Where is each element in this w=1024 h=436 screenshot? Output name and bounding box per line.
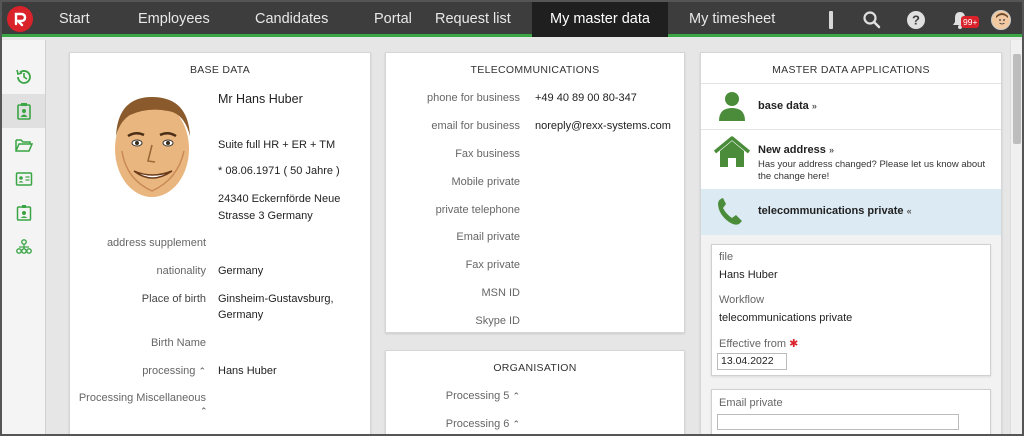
app-base-data[interactable]: base data » [701,83,1001,129]
skype-id-label: Skype ID [475,315,520,327]
profile-photo [108,91,196,203]
chevron-up-icon: ⌃ [512,391,520,401]
rexx-logo[interactable] [7,6,33,32]
nav-candidates[interactable]: Candidates [255,2,328,37]
email-private-field-label: Email private [719,397,783,409]
page-scrollbar[interactable] [1010,40,1022,434]
sidebar-item-documents[interactable] [2,128,45,162]
chevron-up-double-icon: « [906,206,912,216]
file-label: file [719,251,734,263]
birth-date: * 08.06.1971 ( 50 Jahre ) [218,165,340,177]
processing-value: Hans Huber [218,365,277,377]
nav-start[interactable]: Start [59,2,90,37]
base-data-panel: BASE DATA Mr Hans Huber Suite full HR + … [69,52,371,434]
clipboard-user-icon [16,103,31,120]
help-icon[interactable]: ? [906,10,926,30]
app-frame: Start Employees Candidates Portal Reques… [0,0,1024,436]
telecom-private-form-card: file Hans Huber Workflow telecommunicati… [711,244,991,376]
id-card-icon [15,172,32,186]
nav-employees[interactable]: Employees [138,2,210,37]
nav-my-timesheet[interactable]: My timesheet [689,2,775,37]
sidebar-item-id-card[interactable] [2,162,45,196]
email-private-label: Email private [456,231,520,243]
applications-title: MASTER DATA APPLICATIONS [772,64,930,76]
address-line-1: 24340 Eckernförde Neue [218,193,341,205]
private-telephone-label: private telephone [435,204,520,216]
phone-business-value: +49 40 89 00 80-347 [535,92,637,104]
new-address-app-label: New address [758,144,826,156]
employee-name: Mr Hans Huber [218,92,303,106]
organisation-title: ORGANISATION [493,362,577,374]
notification-badge: 99+ [961,16,980,28]
phone-business-label: phone for business [427,92,520,104]
chevron-down-double-icon: » [828,145,834,155]
place-of-birth-label: Place of birth [141,293,206,305]
suite-text: Suite full HR + ER + TM [218,139,336,151]
processing-5-label: Processing 5 [445,390,510,402]
folder-open-icon [14,139,33,152]
email-business-value: noreply@rexx-systems.com [535,120,671,132]
nationality-label: nationality [156,265,206,277]
base-data-title: BASE DATA [189,64,251,76]
svg-text:?: ? [912,13,920,28]
required-asterisk-icon: ✱ [789,338,799,350]
fax-business-label: Fax business [455,148,520,160]
sidebar-item-organisation[interactable] [2,230,45,264]
address-line-2: Strasse 3 Germany [218,210,313,222]
fax-private-label: Fax private [465,259,520,271]
sidebar-item-history[interactable] [2,60,45,94]
telecom-title: TELECOMMUNICATIONS [470,64,600,76]
effective-from-label: Effective from [719,338,787,350]
chevron-up-icon: ⌃ [198,366,206,376]
workflow-value: telecommunications private [719,312,853,324]
user-icon [719,92,745,121]
place-of-birth-line-1: Ginsheim-Gustavsburg, [218,293,334,305]
chevron-up-icon: ⌃ [512,419,520,429]
processing-label: processing [142,365,196,377]
app-telecom-private[interactable]: telecommunications private « [701,189,1001,235]
workflow-label: Workflow [719,294,765,306]
history-icon [15,69,31,84]
app-new-address[interactable]: New address » Has your address changed? … [701,129,1001,189]
nav-portal[interactable]: Portal [374,2,412,37]
telecom-panel: TELECOMMUNICATIONS phone for business +4… [385,52,685,333]
house-icon [713,136,751,167]
organisation-panel: ORGANISATION Processing 5 ⌃ Processing 6… [385,350,685,434]
email-private-form-card: Email private [711,389,991,434]
sidebar [2,40,46,434]
processing-misc-label: Processing Miscellaneous [78,392,206,404]
search-icon[interactable] [862,10,882,30]
new-address-description: Has your address changed? Please let us … [758,159,986,182]
telecom-private-app-label: telecommunications private [758,205,904,217]
file-value: Hans Huber [719,269,778,281]
nav-divider [829,11,833,29]
effective-from-input[interactable]: 13.04.2022 [717,353,787,370]
processing-6-row[interactable]: Processing 6 ⌃ [446,418,520,430]
nav-my-master-data[interactable]: My master data [532,2,668,37]
nationality-value: Germany [218,265,264,277]
sitemap-icon [15,239,32,254]
phone-icon [718,198,742,225]
chevron-down-double-icon: » [811,101,817,111]
scrollbar-thumb[interactable] [1013,54,1021,144]
mobile-private-label: Mobile private [451,176,520,188]
sidebar-item-badge[interactable] [2,196,45,230]
email-private-input[interactable] [717,414,959,430]
email-business-label: email for business [431,120,520,132]
address-supplement-label: address supplement [106,237,206,249]
processing-5-row[interactable]: Processing 5 ⌃ [446,390,520,402]
processing-label-row[interactable]: processing ⌃ [142,365,206,377]
master-data-applications-panel: MASTER DATA APPLICATIONS base data » New… [700,52,1002,434]
sidebar-item-master-data[interactable] [2,94,45,128]
base-data-app-label: base data [758,100,809,112]
nav-request-list[interactable]: Request list [435,2,511,37]
badge-icon [16,205,31,221]
chevron-up-icon[interactable]: ⌃ [200,406,208,417]
msn-id-label: MSN ID [481,287,521,299]
birth-name-label: Birth Name [150,337,206,349]
user-avatar[interactable] [991,10,1011,30]
processing-6-label: Processing 6 [445,418,510,430]
top-navigation: Start Employees Candidates Portal Reques… [2,2,1022,37]
place-of-birth-line-2: Germany [218,309,264,321]
